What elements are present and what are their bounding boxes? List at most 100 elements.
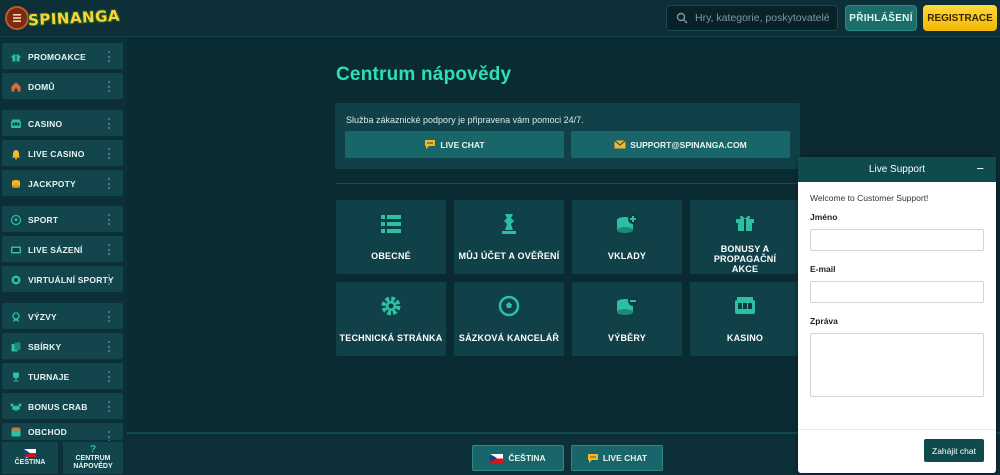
category-label: SÁZKOVÁ KANCELÁŘ	[458, 333, 560, 343]
sidebar-item-obchod[interactable]: OBCHOD	[2, 423, 123, 441]
name-label: Jméno	[810, 212, 838, 222]
category-tile[interactable]: MŮJ ÚČET A OVĚŘENÍ	[454, 200, 564, 274]
more-dots-icon[interactable]	[108, 118, 111, 129]
live-tv-icon	[10, 244, 22, 256]
category-tile[interactable]: VÝBĚRY	[572, 282, 682, 356]
category-label: MŮJ ÚČET A OVĚŘENÍ	[458, 251, 560, 261]
shop-icon	[10, 426, 22, 438]
menu-icon	[13, 14, 21, 22]
sidebar-item-label: VÝZVY	[28, 311, 57, 322]
more-dots-icon[interactable]	[108, 178, 111, 189]
more-dots-icon[interactable]	[108, 431, 111, 441]
sidebar-item-sport[interactable]: SPORT	[2, 206, 123, 233]
sidebar-item-label: SBÍRKY	[28, 341, 62, 352]
category-tile[interactable]: VKLADY	[572, 200, 682, 274]
message-label: Zpráva	[810, 316, 838, 326]
sidebar-item-domů[interactable]: DOMŮ	[2, 73, 123, 100]
sidebar-item-virtuální-sporty[interactable]: VIRTUÁLNÍ SPORTY	[2, 266, 123, 293]
sidebar-item-sbírky[interactable]: SBÍRKY	[2, 333, 123, 360]
category-label: VKLADY	[607, 251, 647, 261]
category-tile[interactable]: OBECNÉ	[336, 200, 446, 274]
live-support-welcome: Welcome to Customer Support!	[810, 193, 929, 203]
top-bar: SPINANGA PŘIHLÁŠENÍ REGISTRACE	[0, 0, 1000, 37]
sidebar-item-bonus-crab[interactable]: BONUS CRAB	[2, 393, 123, 420]
divider	[336, 183, 798, 184]
home-icon	[10, 81, 22, 93]
sidebar-item-label: DOMŮ	[28, 81, 55, 92]
email-field[interactable]	[810, 281, 984, 303]
more-dots-icon[interactable]	[108, 341, 111, 352]
email-support-button[interactable]: SUPPORT@SPINANGA.COM	[571, 131, 790, 158]
sidebar-item-live-casino[interactable]: LIVE CASINO	[2, 140, 123, 167]
chat-icon	[425, 140, 436, 149]
sidebar-language-label: ČEŠTINA	[14, 459, 46, 466]
bottom-live-chat-button[interactable]: LIVE CHAT	[571, 445, 663, 471]
bottom-language-button[interactable]: ČEŠTINA	[472, 445, 564, 471]
message-field[interactable]	[810, 333, 984, 397]
gift-icon	[733, 210, 757, 244]
slot-machine-icon	[10, 118, 22, 130]
start-chat-button[interactable]: Zahájit chat	[924, 439, 984, 462]
sidebar-language-button[interactable]: ČEŠTINA	[2, 442, 58, 474]
category-tile[interactable]: KASINO	[690, 282, 800, 356]
sidebar-item-casino[interactable]: CASINO	[2, 110, 123, 137]
sidebar-item-turnaje[interactable]: TURNAJE	[2, 363, 123, 390]
more-dots-icon[interactable]	[108, 311, 111, 322]
more-dots-icon[interactable]	[108, 214, 111, 225]
support-text: Služba zákaznické podpory je připravena …	[346, 115, 584, 125]
chess-piece-icon	[497, 212, 521, 251]
more-dots-icon[interactable]	[108, 81, 111, 92]
email-support-label: SUPPORT@SPINANGA.COM	[630, 139, 747, 150]
czech-flag-icon	[490, 453, 504, 463]
bottom-language-label: ČEŠTINA	[508, 453, 546, 463]
live-support-widget: Live Support − Welcome to Customer Suppo…	[798, 157, 996, 473]
list-icon	[379, 212, 403, 251]
menu-button[interactable]	[5, 6, 29, 30]
logo[interactable]: SPINANGA	[28, 0, 121, 36]
crab-icon	[10, 401, 22, 413]
sidebar-item-label: TURNAJE	[28, 371, 70, 382]
category-label: VÝBĚRY	[608, 333, 646, 343]
category-label: TECHNICKÁ STRÁNKA	[339, 333, 443, 343]
more-dots-icon[interactable]	[108, 148, 111, 159]
email-label: E-mail	[810, 264, 836, 274]
more-dots-icon[interactable]	[108, 371, 111, 382]
category-tile[interactable]: SÁZKOVÁ KANCELÁŘ	[454, 282, 564, 356]
coins-plus-icon	[615, 212, 639, 251]
bell-icon	[10, 148, 22, 160]
sidebar-item-výzvy[interactable]: VÝZVY	[2, 303, 123, 330]
search-box[interactable]	[666, 5, 838, 31]
sidebar-item-promoakce[interactable]: PROMOAKCE	[2, 43, 123, 70]
cards-icon	[10, 341, 22, 353]
sidebar-item-label: BONUS CRAB	[28, 401, 88, 412]
category-label: KASINO	[726, 333, 764, 343]
more-dots-icon[interactable]	[108, 244, 111, 255]
live-support-footer: Zahájit chat	[798, 429, 996, 473]
sidebar-item-label: LIVE SÁZENÍ	[28, 244, 83, 255]
search-input[interactable]	[695, 12, 835, 24]
sidebar-help-center-button[interactable]: ? CENTRUM NÁPOVĚDY	[63, 442, 123, 474]
live-support-header: Live Support −	[798, 157, 996, 182]
support-panel: Služba zákaznické podpory je připravena …	[335, 103, 800, 169]
live-chat-button[interactable]: LIVE CHAT	[345, 131, 564, 158]
sidebar-item-live-sázení[interactable]: LIVE SÁZENÍ	[2, 236, 123, 263]
sidebar-item-label: JACKPOTY	[28, 178, 76, 189]
search-icon	[676, 12, 688, 24]
more-dots-icon[interactable]	[108, 51, 111, 62]
sidebar-item-label: OBCHOD	[28, 427, 67, 437]
czech-flag-icon	[24, 449, 36, 457]
sidebar-item-label: PROMOAKCE	[28, 51, 86, 62]
name-field[interactable]	[810, 229, 984, 251]
sidebar-item-jackpoty[interactable]: JACKPOTY	[2, 170, 123, 197]
sidebar-help-label-1: CENTRUM	[75, 455, 111, 462]
virtual-ball-icon	[10, 274, 22, 286]
sidebar-help-label-2: NÁPOVĚDY	[73, 463, 113, 470]
category-tile[interactable]: BONUSY A PROPAGAČNÍ AKCE	[690, 200, 800, 274]
more-dots-icon[interactable]	[108, 274, 111, 285]
minimize-button[interactable]: −	[976, 161, 984, 176]
more-dots-icon[interactable]	[108, 401, 111, 412]
category-tile[interactable]: TECHNICKÁ STRÁNKA	[336, 282, 446, 356]
login-button[interactable]: PŘIHLÁŠENÍ	[845, 5, 917, 31]
coins-minus-icon	[615, 294, 639, 333]
register-button[interactable]: REGISTRACE	[923, 5, 997, 31]
